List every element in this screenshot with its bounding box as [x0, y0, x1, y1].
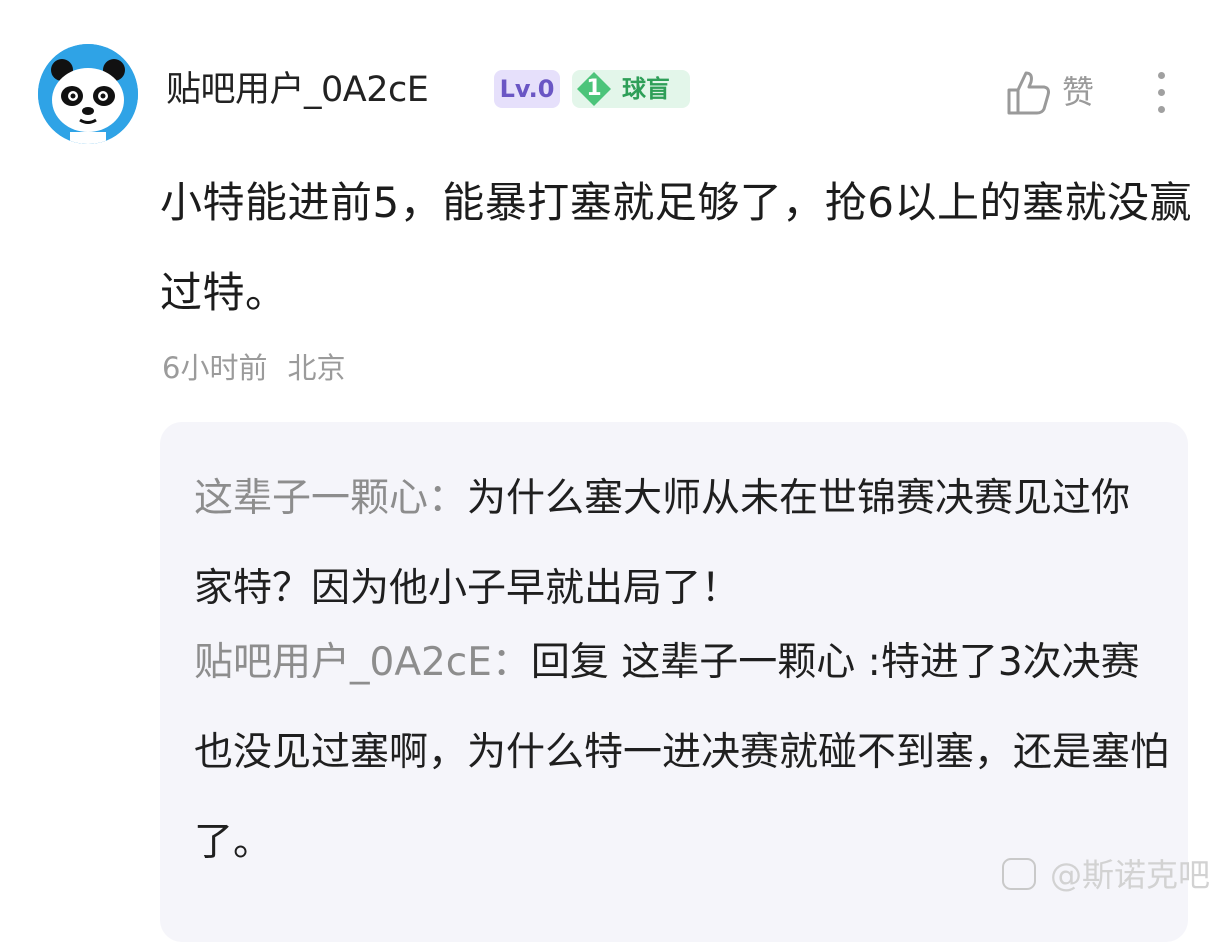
fan-badge[interactable]: 1 球盲 [572, 70, 690, 108]
username[interactable]: 贴吧用户_0A2cE [166, 66, 429, 114]
comment-meta: 6小时前 北京 [162, 346, 345, 390]
more-vertical-icon[interactable] [1146, 68, 1176, 116]
fan-label: 球盲 [622, 75, 670, 103]
fan-level: 1 [586, 76, 602, 101]
comment-time: 6小时前 [162, 351, 268, 385]
like-button[interactable]: 赞 [1002, 66, 1106, 120]
thumbs-up-icon [1007, 71, 1050, 115]
reply-author[interactable]: 贴吧用户_0A2cE： [194, 640, 531, 685]
tieba-logo-icon [1002, 858, 1036, 890]
watermark-text: @斯诺克吧 [1050, 856, 1211, 894]
avatar[interactable] [38, 44, 138, 144]
panda-avatar-image [38, 44, 138, 144]
comment-location: 北京 [287, 351, 346, 385]
reply-item[interactable]: 贴吧用户_0A2cE：回复 这辈子一颗心 :特进了3次决赛也没见过塞啊，为什么特… [194, 618, 1169, 888]
reply-author[interactable]: 这辈子一颗心： [194, 476, 467, 521]
level-badge: Lv.0 [494, 70, 560, 108]
comment-text: 小特能进前5，能暴打塞就足够了，抢6以上的塞就没赢过特。 [160, 178, 1192, 317]
like-label: 赞 [1062, 73, 1095, 111]
reply-item[interactable]: 这辈子一颗心：为什么塞大师从未在世锦赛决赛见过你家特？因为他小子早就出局了！ [194, 454, 1169, 634]
